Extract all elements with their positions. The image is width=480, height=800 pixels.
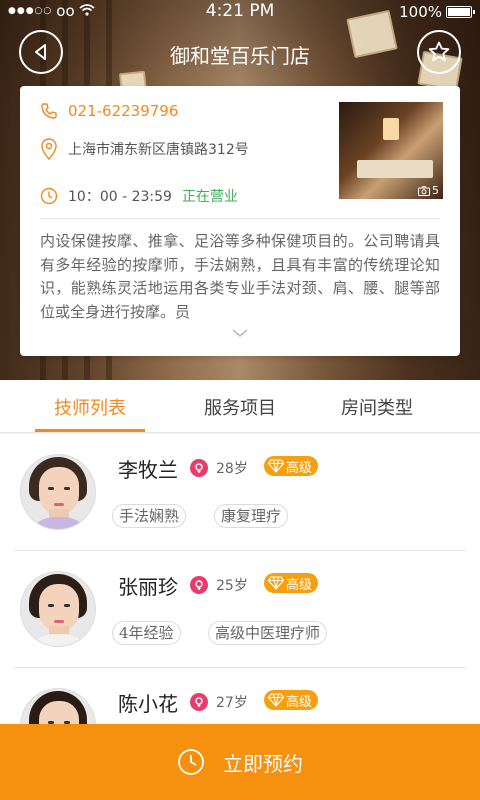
technician-row[interactable]: 李牧兰 28岁 高级 手法娴熟 康复理疗 bbox=[0, 434, 480, 551]
battery-indicator: 100% bbox=[399, 3, 475, 21]
diamond-icon bbox=[268, 576, 284, 590]
business-hours: 10：00 - 23:59 bbox=[68, 189, 172, 205]
location-pin-icon bbox=[40, 138, 58, 160]
page-title: 御和堂百乐门店 bbox=[170, 44, 310, 68]
store-photo-thumbnail[interactable]: 5 bbox=[339, 102, 443, 199]
technician-row[interactable]: 陈小花 27岁 高级 bbox=[0, 668, 480, 724]
technician-avatar bbox=[20, 454, 96, 530]
gender-female-icon bbox=[190, 459, 208, 477]
status-bar: ●●●○○ oo 4:21 PM 100% bbox=[0, 0, 480, 24]
technician-row[interactable]: 张丽珍 25岁 高级 4年经验 高级中医理疗师 bbox=[0, 551, 480, 668]
clock-icon bbox=[177, 748, 205, 776]
store-address: 上海市浦东新区唐镇路312号 bbox=[68, 142, 249, 158]
technician-name: 陈小花 bbox=[118, 692, 178, 716]
tab-technicians[interactable]: 技师列表 bbox=[35, 394, 145, 420]
star-icon bbox=[428, 41, 450, 62]
skill-tag: 高级中医理疗师 bbox=[208, 621, 328, 645]
level-badge: 高级 bbox=[264, 456, 319, 476]
back-triangle-icon bbox=[35, 44, 46, 60]
back-button[interactable] bbox=[19, 30, 63, 74]
tab-room-types[interactable]: 房间类型 bbox=[322, 394, 432, 420]
level-badge: 高级 bbox=[264, 573, 319, 593]
tab-active-indicator bbox=[35, 429, 145, 432]
skill-tag: 康复理疗 bbox=[214, 504, 289, 528]
skill-tag: 4年经验 bbox=[112, 621, 181, 645]
diamond-icon bbox=[268, 693, 284, 707]
clock-icon bbox=[40, 187, 58, 205]
battery-percent: 100% bbox=[399, 3, 442, 21]
photo-count: 5 bbox=[418, 184, 439, 197]
store-description: 内设保健按摩、推拿、足浴等多种保健项目的。公司聘请具有多年经验的按摩师，手法娴熟… bbox=[40, 232, 440, 321]
open-status: 正在营业 bbox=[181, 189, 238, 205]
skill-tag: 手法娴熟 bbox=[112, 504, 187, 528]
expand-description-button[interactable] bbox=[228, 326, 252, 340]
favorite-button[interactable] bbox=[417, 30, 461, 74]
battery-icon bbox=[446, 6, 475, 18]
divider bbox=[40, 218, 440, 219]
book-now-button[interactable]: 立即预约 bbox=[0, 724, 480, 800]
technician-list: 李牧兰 28岁 高级 手法娴熟 康复理疗 张丽珍 25岁 高级 4年经验 高级中… bbox=[0, 434, 480, 724]
technician-age: 25岁 bbox=[216, 578, 248, 594]
technician-name: 张丽珍 bbox=[118, 575, 178, 599]
technician-avatar bbox=[20, 688, 96, 724]
phone-number: 021-62239796 bbox=[68, 102, 179, 120]
phone-icon bbox=[40, 102, 58, 120]
store-info-card: 021-62239796 上海市浦东新区唐镇路312号 10：00 - 23:5… bbox=[20, 86, 460, 356]
chevron-down-icon bbox=[232, 329, 248, 338]
tab-bar: 技师列表 服务项目 房间类型 bbox=[0, 380, 480, 433]
technician-age: 27岁 bbox=[216, 695, 248, 711]
address-row[interactable]: 上海市浦东新区唐镇路312号 bbox=[40, 138, 249, 160]
phone-row[interactable]: 021-62239796 bbox=[40, 102, 178, 120]
tab-services[interactable]: 服务项目 bbox=[185, 394, 295, 420]
book-now-label: 立即预约 bbox=[223, 751, 303, 776]
diamond-icon bbox=[268, 459, 284, 473]
technician-age: 28岁 bbox=[216, 461, 248, 477]
level-badge: 高级 bbox=[264, 690, 319, 710]
technician-avatar bbox=[20, 571, 96, 647]
technician-name: 李牧兰 bbox=[118, 458, 178, 482]
camera-icon bbox=[418, 185, 430, 196]
gender-female-icon bbox=[190, 693, 208, 711]
hours-row: 10：00 - 23:59 正在营业 bbox=[40, 186, 238, 206]
gender-female-icon bbox=[190, 576, 208, 594]
